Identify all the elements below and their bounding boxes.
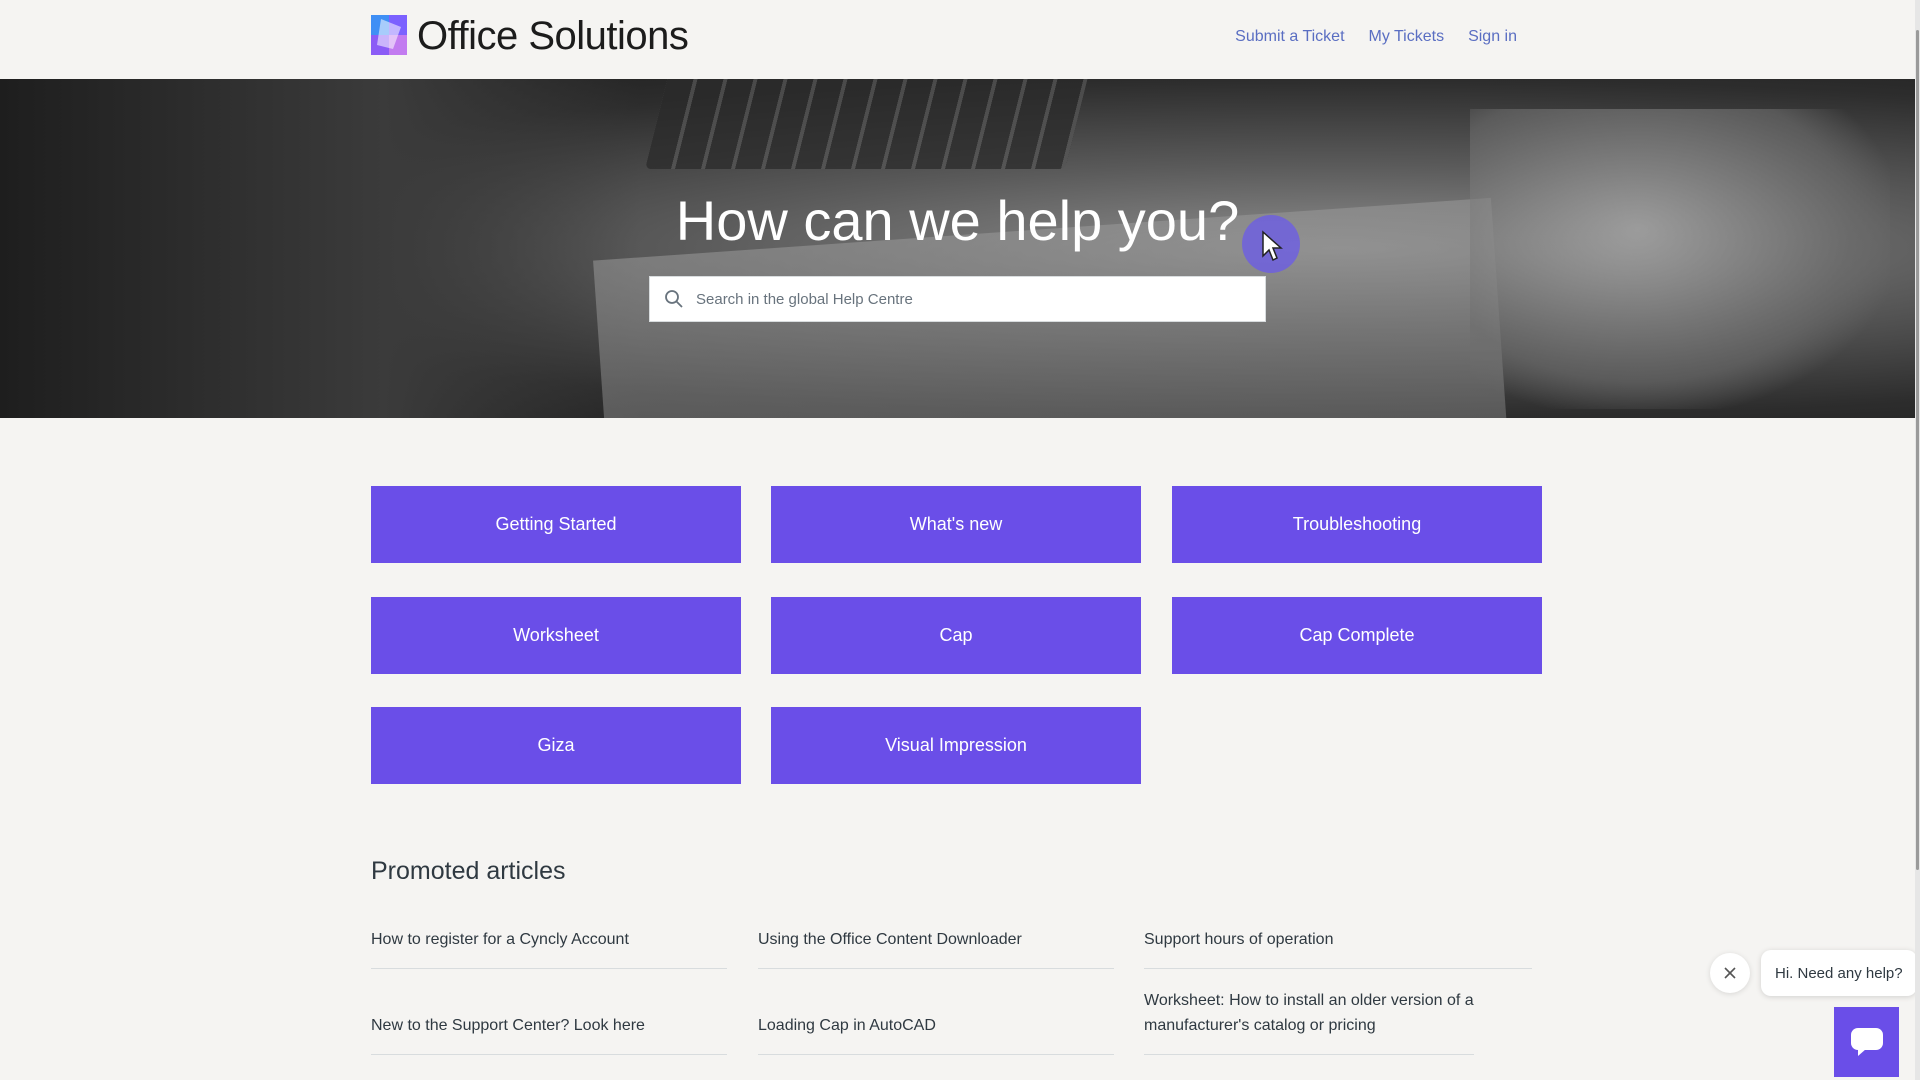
article-link[interactable]: Using the Office Content Downloader bbox=[758, 927, 1114, 969]
search-icon bbox=[665, 290, 683, 308]
brand-name: Office Solutions bbox=[417, 14, 689, 58]
category-visual-impression[interactable]: Visual Impression bbox=[771, 707, 1141, 784]
search-input[interactable] bbox=[694, 289, 1258, 309]
top-nav: Submit a Ticket My Tickets Sign in bbox=[1235, 28, 1517, 46]
article-link[interactable]: Worksheet: How to install an older versi… bbox=[1144, 988, 1474, 1055]
category-whats-new[interactable]: What's new bbox=[771, 486, 1141, 563]
site-header: Office Solutions Submit a Ticket My Tick… bbox=[0, 0, 1915, 79]
logo-icon bbox=[371, 15, 407, 55]
category-troubleshooting[interactable]: Troubleshooting bbox=[1172, 486, 1542, 563]
chat-dismiss-button[interactable] bbox=[1710, 953, 1750, 993]
category-cap-complete[interactable]: Cap Complete bbox=[1172, 597, 1542, 674]
article-link[interactable]: New to the Support Center? Look here bbox=[371, 1013, 727, 1055]
promoted-articles-heading: Promoted articles bbox=[371, 857, 566, 885]
nav-my-tickets[interactable]: My Tickets bbox=[1369, 28, 1445, 46]
hero-hand-image bbox=[1470, 109, 1890, 409]
article-link[interactable]: How to register for a Cyncly Account bbox=[371, 927, 727, 969]
chat-launcher-button[interactable] bbox=[1834, 1007, 1899, 1077]
chat-prompt[interactable]: Hi. Need any help? bbox=[1761, 950, 1917, 996]
hero-laptop-image bbox=[645, 79, 1095, 169]
article-link[interactable]: Loading Cap in AutoCAD bbox=[758, 1013, 1114, 1055]
chat-icon bbox=[1850, 1028, 1883, 1056]
search-box[interactable] bbox=[649, 276, 1266, 322]
nav-submit-ticket[interactable]: Submit a Ticket bbox=[1235, 28, 1344, 46]
category-getting-started[interactable]: Getting Started bbox=[371, 486, 741, 563]
mouse-cursor-icon bbox=[1262, 230, 1283, 262]
article-link[interactable]: Support hours of operation bbox=[1144, 927, 1532, 969]
nav-sign-in[interactable]: Sign in bbox=[1468, 28, 1517, 46]
hero-banner: How can we help you? bbox=[0, 79, 1915, 418]
category-giza[interactable]: Giza bbox=[371, 707, 741, 784]
category-worksheet[interactable]: Worksheet bbox=[371, 597, 741, 674]
close-icon bbox=[1724, 967, 1736, 979]
category-cap[interactable]: Cap bbox=[771, 597, 1141, 674]
scrollbar-thumb[interactable] bbox=[1916, 30, 1919, 870]
hero-title: How can we help you? bbox=[675, 189, 1240, 252]
logo-link[interactable]: Office Solutions bbox=[371, 14, 689, 58]
